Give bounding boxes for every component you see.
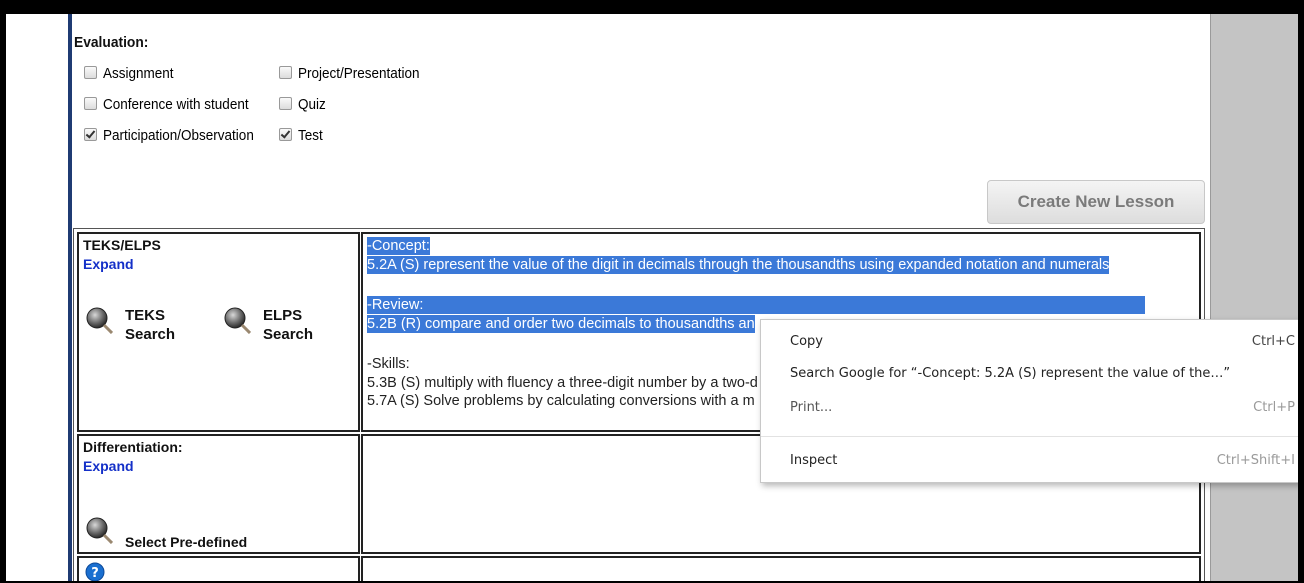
checkbox[interactable] bbox=[279, 66, 292, 79]
magnifier-icon bbox=[86, 517, 113, 544]
skills-item-2: 5.7A (S) Solve problems by calculating c… bbox=[367, 393, 755, 409]
search-google-label: Search Google for “-Concept: 5.2A (S) re… bbox=[790, 366, 1231, 381]
magnifier-icon bbox=[224, 307, 251, 334]
concept-text: 5.2A (S) represent the value of the digi… bbox=[367, 256, 1110, 274]
option-label: Assignment bbox=[103, 65, 174, 82]
select-predefined-button[interactable]: Select Pre-defined bbox=[85, 516, 285, 552]
evaluation-title: Evaluation: bbox=[74, 34, 149, 51]
inspect-shortcut: Ctrl+Shift+I bbox=[1216, 453, 1295, 468]
teks-elps-label-cell: TEKS/ELPS Expand TEKS Search ELPS Search bbox=[77, 232, 360, 432]
elps-search-button[interactable]: ELPS Search bbox=[223, 306, 333, 346]
option-label: Quiz bbox=[298, 96, 326, 113]
print-label: Print... bbox=[790, 400, 833, 415]
print-shortcut: Ctrl+P bbox=[1253, 400, 1295, 415]
checkbox[interactable] bbox=[84, 97, 97, 110]
option-label: Participation/Observation bbox=[103, 127, 254, 144]
review-label: -Review: bbox=[367, 296, 1145, 314]
checkbox-checked[interactable] bbox=[84, 128, 97, 141]
checkbox[interactable] bbox=[279, 97, 292, 110]
select-predefined-label: Select Pre-defined bbox=[125, 534, 248, 550]
skills-label: -Skills: bbox=[367, 356, 410, 372]
menu-item-inspect[interactable]: Inspect Ctrl+Shift+I bbox=[761, 449, 1298, 473]
differentiation-label-cell: Differentiation: Expand Select Pre-defin… bbox=[77, 434, 360, 554]
option-label: Test bbox=[298, 127, 323, 144]
teks-elps-header: TEKS/ELPS bbox=[83, 237, 161, 253]
option-test[interactable]: Test bbox=[279, 127, 326, 145]
option-quiz[interactable]: Quiz bbox=[279, 96, 329, 114]
content-objective-label-cell: ? bbox=[77, 556, 360, 581]
magnifier-icon bbox=[86, 307, 113, 334]
content-objective-content-cell[interactable] bbox=[361, 556, 1201, 581]
page: Evaluation: Assignment Project/Presentat… bbox=[6, 14, 1298, 581]
help-icon[interactable]: ? bbox=[85, 562, 105, 581]
menu-separator bbox=[761, 436, 1298, 437]
teks-search-label-1: TEKS bbox=[125, 307, 166, 324]
review-text: 5.2B (R) compare and order two decimals … bbox=[367, 315, 755, 333]
differentiation-header: Differentiation: bbox=[83, 439, 183, 455]
menu-item-copy[interactable]: Copy Ctrl+C bbox=[761, 330, 1298, 354]
left-border-bar bbox=[68, 14, 72, 581]
menu-item-print[interactable]: Print... Ctrl+P bbox=[761, 396, 1298, 420]
svg-text:?: ? bbox=[91, 566, 99, 581]
option-conference-with-student[interactable]: Conference with student bbox=[84, 96, 265, 114]
elps-search-label-2: Search bbox=[263, 326, 314, 343]
context-menu: Copy Ctrl+C Search Google for “-Concept:… bbox=[760, 319, 1298, 483]
differentiation-expand-link[interactable]: Expand bbox=[83, 458, 134, 474]
option-assignment[interactable]: Assignment bbox=[84, 65, 181, 83]
inspect-label: Inspect bbox=[790, 453, 838, 468]
copy-shortcut: Ctrl+C bbox=[1251, 334, 1295, 349]
option-label: Conference with student bbox=[103, 96, 249, 113]
menu-item-search-google[interactable]: Search Google for “-Concept: 5.2A (S) re… bbox=[761, 362, 1298, 386]
option-project-presentation[interactable]: Project/Presentation bbox=[279, 65, 433, 83]
copy-label: Copy bbox=[790, 334, 823, 349]
checkbox[interactable] bbox=[84, 66, 97, 79]
elps-search-label-1: ELPS bbox=[263, 307, 303, 324]
concept-label: -Concept: bbox=[367, 237, 430, 255]
teks-expand-link[interactable]: Expand bbox=[83, 256, 134, 272]
skills-item-1: 5.3B (S) multiply with fluency a three-d… bbox=[367, 375, 758, 391]
create-new-lesson-button[interactable]: Create New Lesson bbox=[987, 180, 1205, 224]
teks-search-button[interactable]: TEKS Search bbox=[85, 306, 185, 346]
checkbox-checked[interactable] bbox=[279, 128, 292, 141]
teks-search-label-2: Search bbox=[125, 326, 176, 343]
option-participation-observation[interactable]: Participation/Observation bbox=[84, 127, 271, 145]
option-label: Project/Presentation bbox=[298, 65, 420, 82]
evaluation-section: Evaluation: bbox=[74, 34, 155, 51]
right-gutter bbox=[1210, 14, 1298, 581]
